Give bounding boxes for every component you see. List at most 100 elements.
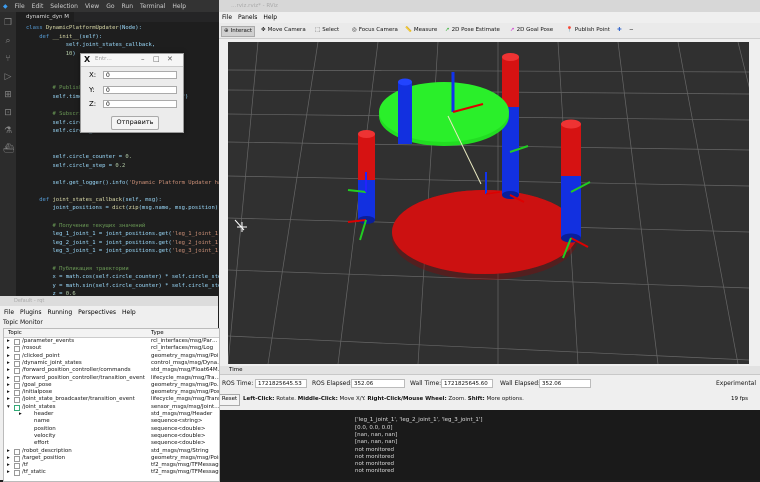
add-tool-icon[interactable]: ✚ <box>615 26 624 35</box>
type-column-header[interactable]: Type <box>151 329 164 337</box>
row-checkbox[interactable] <box>14 390 20 397</box>
table-row[interactable]: ▸ /forward_position_controller/transition… <box>4 375 219 382</box>
topic-table[interactable]: Topic Type ▸ /parameter_events rcl_interfa… <box>3 328 220 482</box>
row-expander-icon[interactable]: ▾ <box>7 404 10 411</box>
tool-focus-camera[interactable]: ◎ Focus Camera <box>350 26 400 35</box>
tool-select[interactable]: ⬚ Select <box>313 26 341 35</box>
vscode-menu-view[interactable]: View <box>85 3 99 10</box>
row-expander-icon[interactable]: ▸ <box>7 382 10 389</box>
vscode-menu-file[interactable]: File <box>15 3 25 10</box>
extensions-icon[interactable]: ⊞ <box>3 90 13 100</box>
row-expander-icon[interactable]: ▸ <box>7 455 10 462</box>
3d-viewport[interactable] <box>227 41 760 365</box>
table-row[interactable]: ▸ /forward_position_controller/commands st… <box>4 367 219 375</box>
x-input[interactable]: 0 <box>103 71 177 79</box>
row-checkbox[interactable] <box>14 360 20 367</box>
tool-interact[interactable]: ⊕ Interact <box>221 26 256 37</box>
remove-tool-icon[interactable]: − <box>627 26 636 35</box>
table-row[interactable]: position sequence<double> <box>4 426 219 433</box>
vscode-menu-selection[interactable]: Selection <box>50 3 78 10</box>
rviz-menu-help[interactable]: Help <box>263 14 277 21</box>
table-row[interactable]: ▸ header std_msgs/msg/Header <box>4 411 219 418</box>
editor-tab[interactable]: dynamic_dyn M <box>16 12 74 22</box>
row-checkbox[interactable] <box>14 346 20 353</box>
table-row[interactable]: name sequence<string> <box>4 418 219 425</box>
search-icon[interactable]: ⌕ <box>3 36 13 46</box>
row-checkbox[interactable] <box>14 397 20 404</box>
rqt-menu-perspectives[interactable]: Perspectives <box>78 309 116 316</box>
remote-icon[interactable]: ⊡ <box>3 108 13 118</box>
table-row[interactable]: ▾ /joint_states sensor_msgs/msg/Joint… <box>4 404 219 411</box>
row-expander-icon[interactable]: ▸ <box>7 396 10 403</box>
row-expander-icon[interactable]: ▸ <box>7 360 10 367</box>
row-checkbox[interactable] <box>14 368 20 375</box>
row-expander-icon[interactable]: ▸ <box>19 411 22 418</box>
row-expander-icon[interactable]: ▸ <box>7 375 10 382</box>
y-input[interactable]: 0 <box>103 86 177 94</box>
tool-publish-point[interactable]: 📍 Publish Point <box>564 26 612 35</box>
row-checkbox[interactable] <box>14 463 20 470</box>
row-checkbox[interactable] <box>14 375 20 382</box>
row-expander-icon[interactable]: ▸ <box>7 367 10 374</box>
experimental-checkbox[interactable]: Experimental <box>716 380 756 387</box>
dialog-titlebar[interactable]: X Entr… – □ ✕ <box>81 54 183 67</box>
rqt-menu-running[interactable]: Running <box>48 309 73 316</box>
vscode-menu-terminal[interactable]: Terminal <box>140 3 165 10</box>
run-debug-icon[interactable]: ▷ <box>3 72 13 82</box>
tool-move-camera[interactable]: ✥ Move Camera <box>259 26 308 35</box>
table-row[interactable]: ▸ /clicked_point geometry_msgs/msg/Poi… <box>4 353 219 360</box>
row-expander-icon[interactable]: ▸ <box>7 448 10 455</box>
z-input[interactable]: 0 <box>103 100 177 108</box>
source-control-icon[interactable]: ⑂ <box>3 54 13 64</box>
maximize-icon[interactable]: □ <box>153 55 160 63</box>
row-expander-icon[interactable]: ▸ <box>7 345 10 352</box>
row-expander-icon[interactable]: ▸ <box>7 353 10 360</box>
table-row[interactable]: ▸ /initialpose geometry_msgs/msg/Pos… <box>4 389 219 397</box>
table-row[interactable]: ▸ /tf tf2_msgs/msg/TFMessage <box>4 462 219 470</box>
vscode-app-icon[interactable]: ◆ <box>3 3 8 10</box>
row-checkbox[interactable] <box>14 448 20 455</box>
rviz-menu-panels[interactable]: Panels <box>238 14 257 21</box>
table-row[interactable]: velocity sequence<double> <box>4 433 219 440</box>
row-checkbox[interactable] <box>14 455 20 462</box>
row-checkbox[interactable] <box>14 470 20 477</box>
table-row[interactable]: ▸ /robot_description std_msgs/msg/String <box>4 448 219 455</box>
rviz-titlebar[interactable]: …rviz.rviz* - RViz <box>219 0 760 12</box>
vscode-menu-help[interactable]: Help <box>172 3 186 10</box>
tool-measure[interactable]: 📏 Measure <box>403 26 439 35</box>
testing-icon[interactable]: ⚗ <box>3 126 13 136</box>
vscode-menu-go[interactable]: Go <box>106 3 114 10</box>
row-checkbox[interactable] <box>14 353 20 360</box>
docker-icon[interactable]: ⛴ <box>3 144 14 154</box>
table-row[interactable]: ▸ /goal_pose geometry_msgs/msg/Po… <box>4 382 219 389</box>
close-icon[interactable]: ✕ <box>167 55 173 63</box>
explorer-icon[interactable]: ❐ <box>3 18 13 28</box>
row-checkbox[interactable] <box>14 382 20 389</box>
minimize-icon[interactable]: – <box>141 55 145 63</box>
row-expander-icon[interactable]: ▸ <box>7 389 10 396</box>
vscode-menu-run[interactable]: Run <box>122 3 134 10</box>
row-expander-icon[interactable]: ▸ <box>7 469 10 476</box>
vscode-menu-edit[interactable]: Edit <box>32 3 44 10</box>
table-row[interactable]: ▸ /tf_static tf2_msgs/msg/TFMessage <box>4 469 219 477</box>
rqt-titlebar[interactable]: Default - rqt <box>0 296 218 306</box>
table-row[interactable]: ▸ /parameter_events rcl_interfaces/msg/Par… <box>4 338 219 345</box>
row-checkbox[interactable] <box>14 339 20 345</box>
table-row[interactable]: ▸ /rosout rcl_interfaces/msg/Log <box>4 345 219 353</box>
rviz-menu-file[interactable]: File <box>222 14 232 21</box>
topic-column-header[interactable]: Topic <box>8 329 22 337</box>
rqt-menu-help[interactable]: Help <box>122 309 136 316</box>
table-row[interactable]: effort sequence<double> <box>4 440 219 447</box>
table-row[interactable]: ▸ /target_position geometry_msgs/msg/Point <box>4 455 219 462</box>
rqt-menu-plugins[interactable]: Plugins <box>20 309 42 316</box>
row-checkbox[interactable] <box>14 404 20 411</box>
send-button[interactable]: Отправить <box>111 116 159 130</box>
row-expander-icon[interactable]: ▸ <box>7 338 10 345</box>
table-row[interactable]: ▸ /joint_state_broadcaster/transition_eve… <box>4 396 219 404</box>
row-expander-icon[interactable]: ▸ <box>7 462 10 469</box>
table-row[interactable]: ▸ /dynamic_joint_states control_msgs/msg/D… <box>4 360 219 367</box>
reset-button[interactable]: Reset <box>219 394 240 406</box>
tool-2d-goal-pose[interactable]: ➚ 2D Goal Pose <box>508 26 555 35</box>
tool-2d-pose-estimate[interactable]: ➚ 2D Pose Estimate <box>443 26 502 35</box>
rqt-menu-file[interactable]: File <box>4 309 14 316</box>
